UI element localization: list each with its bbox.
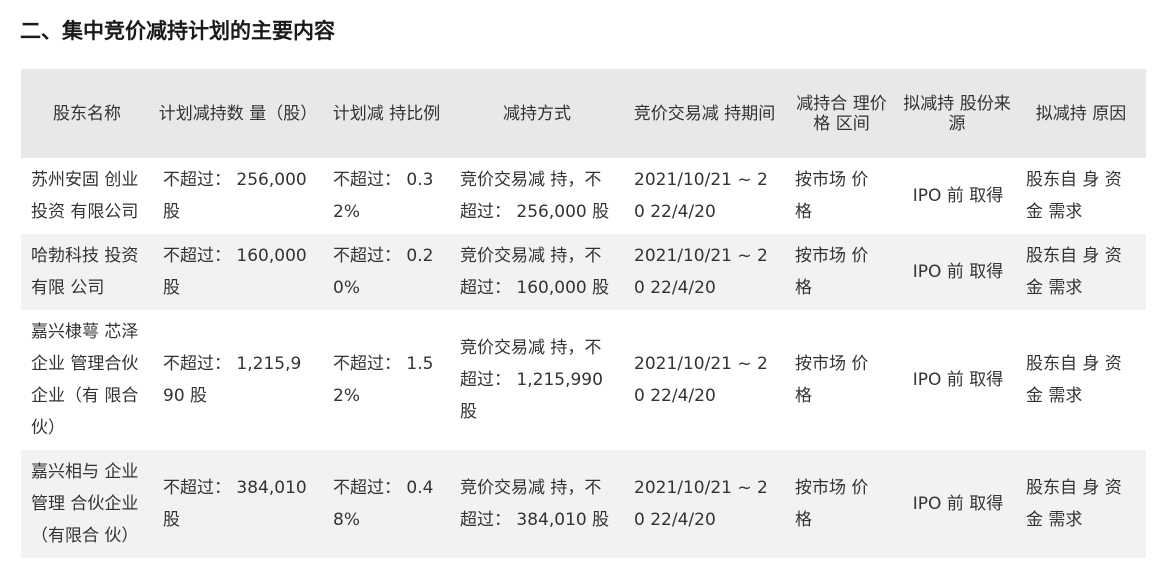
cell-reduction-reason: 股东自 身 资金 需求	[1026, 478, 1122, 530]
table-row: 苏州安固 创业 投资 有限公司 不超过： 256,000 股 不超过： 0.3 …	[21, 158, 1146, 234]
cell-reduction-method: 竞价交易减 持，不 超过： 256,000 股	[460, 170, 610, 222]
cell-reduction-reason: 股东自 身 资金 需求	[1026, 170, 1122, 222]
header-planned-ratio: 计划减 持比例	[332, 103, 441, 124]
header-reduction-method: 减持方式	[503, 103, 571, 124]
header-shareholder-name: 股东名称	[53, 103, 121, 124]
cell-price-range: 按市场 价 格	[795, 170, 869, 222]
cell-planned-quantity: 不超过： 384,010 股	[163, 478, 307, 530]
cell-planned-ratio: 不超过： 0.3 2%	[333, 170, 434, 222]
cell-shareholder-name: 嘉兴相与 企业 管理 合伙企业 （有限合 伙）	[31, 462, 139, 546]
table-row: 嘉兴棣萼 芯泽 企业 管理合伙 企业（有 限合 伙） 不超过： 1,215,9 …	[21, 310, 1146, 450]
table-header-row: 股东名称 计划减持数 量（股） 计划减 持比例 减持方式 竞价交易减 持期间 减…	[21, 69, 1146, 158]
cell-planned-quantity: 不超过： 160,000 股	[163, 246, 307, 298]
cell-price-range: 按市场 价 格	[795, 246, 869, 298]
cell-price-range: 按市场 价 格	[795, 354, 869, 406]
cell-reduction-period: 2021/10/21 ~ 20 22/4/20	[634, 478, 768, 530]
header-planned-quantity: 计划减持数 量（股）	[158, 103, 318, 124]
cell-shareholder-name: 苏州安固 创业 投资 有限公司	[31, 170, 139, 222]
table-body: 苏州安固 创业 投资 有限公司 不超过： 256,000 股 不超过： 0.3 …	[21, 158, 1146, 558]
cell-reduction-period: 2021/10/21 ~ 20 22/4/20	[634, 354, 768, 406]
cell-planned-quantity: 不超过： 256,000 股	[163, 170, 307, 222]
cell-planned-ratio: 不超过： 0.4 8%	[333, 478, 434, 530]
cell-share-source: IPO 前 取得	[912, 494, 1004, 514]
cell-share-source: IPO 前 取得	[912, 370, 1004, 390]
section-title: 二、集中竞价减持计划的主要内容	[20, 19, 335, 43]
header-share-source: 拟减持 股份来 源	[903, 93, 1011, 134]
cell-reduction-period: 2021/10/21 ~ 20 22/4/20	[634, 246, 768, 298]
cell-share-source: IPO 前 取得	[912, 262, 1004, 282]
cell-planned-ratio: 不超过： 0.2 0%	[333, 246, 434, 298]
cell-reduction-period: 2021/10/21 ~ 20 22/4/20	[634, 170, 768, 222]
reduction-plan-table: 股东名称 计划减持数 量（股） 计划减 持比例 减持方式 竞价交易减 持期间 减…	[21, 69, 1146, 558]
cell-reduction-reason: 股东自 身 资金 需求	[1026, 246, 1122, 298]
cell-shareholder-name: 哈勃科技 投资 有限 公司	[31, 246, 139, 298]
cell-reduction-method: 竞价交易减 持，不 超过： 384,010 股	[460, 478, 610, 530]
cell-share-source: IPO 前 取得	[912, 186, 1004, 206]
table-row: 嘉兴相与 企业 管理 合伙企业 （有限合 伙） 不超过： 384,010 股 不…	[21, 450, 1146, 558]
table-row: 哈勃科技 投资 有限 公司 不超过： 160,000 股 不超过： 0.2 0%…	[21, 234, 1146, 310]
header-reduction-period: 竞价交易减 持期间	[633, 103, 776, 124]
cell-planned-ratio: 不超过： 1.5 2%	[333, 354, 434, 406]
header-price-range: 减持合 理价格 区间	[796, 93, 887, 134]
table-header: 股东名称 计划减持数 量（股） 计划减 持比例 减持方式 竞价交易减 持期间 减…	[21, 69, 1146, 158]
cell-shareholder-name: 嘉兴棣萼 芯泽 企业 管理合伙 企业（有 限合 伙）	[31, 322, 139, 438]
cell-reduction-method: 竞价交易减 持，不 超过： 160,000 股	[460, 246, 610, 298]
cell-price-range: 按市场 价 格	[795, 478, 869, 530]
cell-reduction-reason: 股东自 身 资金 需求	[1026, 354, 1122, 406]
cell-planned-quantity: 不超过： 1,215,9 90 股	[163, 354, 302, 406]
cell-reduction-method: 竞价交易减 持，不 超过： 1,215,990 股	[460, 338, 603, 422]
header-reduction-reason: 拟减持 原因	[1035, 103, 1127, 124]
